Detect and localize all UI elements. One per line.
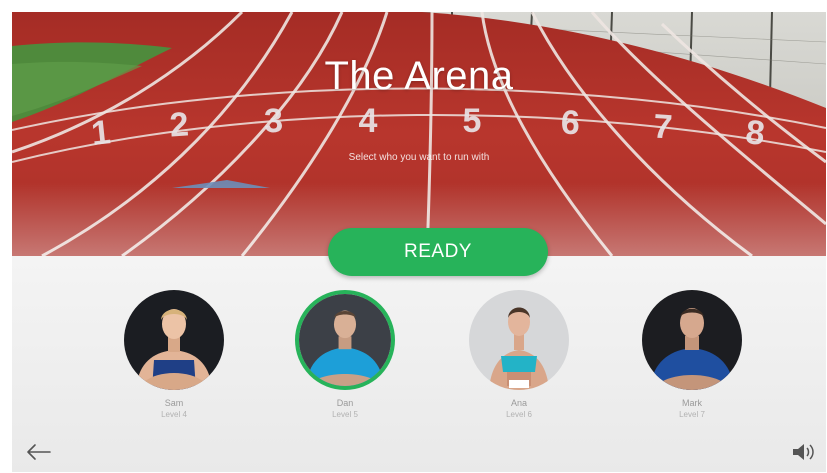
lane-number: 5 — [463, 102, 482, 140]
app-frame: 1 2 3 4 5 6 7 8 The Arena Select who you… — [12, 12, 826, 472]
avatar — [124, 290, 224, 390]
page-title: The Arena — [324, 54, 514, 98]
runner-name: Ana — [510, 398, 527, 408]
lane-number: 1 — [89, 113, 112, 153]
ready-button[interactable]: READY — [328, 228, 548, 276]
runner-name: Mark — [682, 398, 702, 408]
lane-number: 4 — [359, 102, 378, 140]
avatar — [642, 290, 742, 390]
runner-level: Level 7 — [679, 410, 705, 419]
lane-number: 3 — [263, 102, 283, 141]
back-button[interactable] — [26, 442, 52, 462]
runner-level: Level 6 — [506, 410, 532, 419]
avatar — [469, 290, 569, 390]
speaker-icon — [793, 444, 814, 460]
runner-level: Level 5 — [332, 410, 358, 419]
arrow-left-icon — [27, 444, 51, 460]
runner-name: Sam — [164, 398, 184, 408]
runner-name: Dan — [336, 398, 354, 408]
page-subtitle: Select who you want to run with — [348, 152, 490, 163]
lane-number: 7 — [652, 107, 674, 146]
runner-option-mark[interactable]: Mark Level 7 — [627, 290, 757, 419]
runner-option-ana[interactable]: Ana Level 6 — [454, 290, 584, 419]
lane-number: 8 — [744, 113, 767, 153]
avatar-selected — [295, 290, 395, 390]
sound-button[interactable] — [790, 440, 816, 464]
runner-option-dan[interactable]: Dan Level 5 — [280, 290, 410, 419]
lane-number: 2 — [168, 105, 190, 144]
arena-hero: 1 2 3 4 5 6 7 8 The Arena Select who you… — [12, 12, 826, 256]
runner-level: Level 4 — [161, 410, 187, 419]
lane-number: 6 — [560, 104, 580, 143]
running-track-background: 1 2 3 4 5 6 7 8 — [12, 12, 826, 256]
runner-option-sam[interactable]: Sam Level 4 — [109, 290, 239, 419]
